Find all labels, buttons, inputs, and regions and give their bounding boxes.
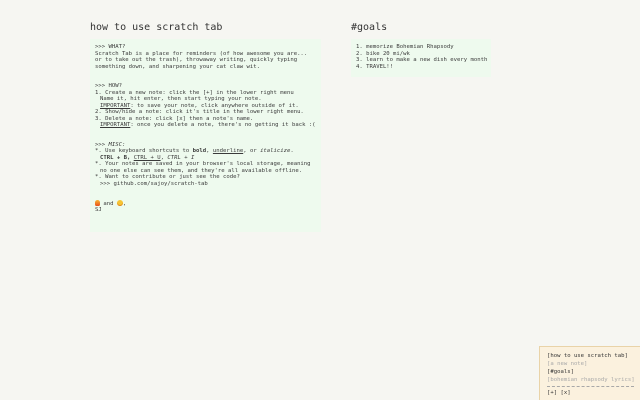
- notes-menu: [how to use scratch tab] [a new note] [#…: [539, 346, 640, 400]
- important-label: IMPORTANT: [100, 102, 131, 109]
- menu-actions: [+] [x]: [547, 390, 571, 396]
- menu-divider: [547, 386, 634, 387]
- menu-item-new-note[interactable]: [a new note]: [547, 360, 634, 368]
- underline-word: underline: [212, 148, 244, 154]
- menu-item-how-to-use[interactable]: [how to use scratch tab]: [547, 352, 634, 360]
- scratch-tab-page: how to use scratch tab #goals >>> WHAT? …: [0, 0, 640, 400]
- sig-and: and: [100, 201, 117, 207]
- what-text-2: or to take out the trash), throwaway wri…: [95, 57, 298, 63]
- sep: , or: [243, 148, 261, 154]
- goal-item: 4. TRAVEL!!: [356, 63, 394, 70]
- note-goals-editor[interactable]: 1. memorize Bohemian Rhapsody 2. bike 20…: [351, 39, 491, 77]
- misc-shortcuts-text: *. Use keyboard shortcuts to: [95, 148, 193, 154]
- add-note-button[interactable]: [+]: [547, 390, 557, 396]
- note-how-to-editor[interactable]: >>> WHAT? Scratch Tab is a place for rem…: [90, 39, 321, 232]
- italic-shortcut: CTRL + I: [167, 154, 195, 161]
- underline-shortcut: CTRL + U: [133, 154, 161, 161]
- important-label: IMPORTANT: [100, 122, 131, 128]
- italic-word: italicize: [260, 148, 291, 154]
- misc-storage-1: *. Your notes are saved in your browser'…: [95, 161, 311, 167]
- goal-item: 3. learn to make a new dish every month: [356, 57, 488, 63]
- how-step-3-important: IMPORTANT: once you delete a note, there…: [95, 122, 316, 129]
- important-text: : to save your note, click anywhere outs…: [130, 102, 299, 109]
- bold-shortcut: CTRL + B,: [100, 154, 134, 161]
- sep: .: [290, 148, 294, 154]
- sep: ,: [206, 148, 213, 154]
- note-title-goals[interactable]: #goals: [351, 22, 387, 33]
- signature-name: SJ: [95, 206, 102, 213]
- note-title-how-to[interactable]: how to use scratch tab: [90, 22, 222, 33]
- important-text: : once you delete a note, there's no get…: [130, 122, 316, 128]
- how-step-2: 2. Show/hide a note: click it's title in…: [95, 109, 304, 115]
- bold-word: bold: [192, 148, 207, 154]
- sig-comma: ,: [122, 201, 127, 207]
- menu-item-goals[interactable]: [#goals]: [547, 368, 634, 376]
- delete-note-button[interactable]: [x]: [560, 390, 570, 396]
- menu-item-bohemian-lyrics[interactable]: [bohemian rhapsody lyrics]: [547, 376, 635, 384]
